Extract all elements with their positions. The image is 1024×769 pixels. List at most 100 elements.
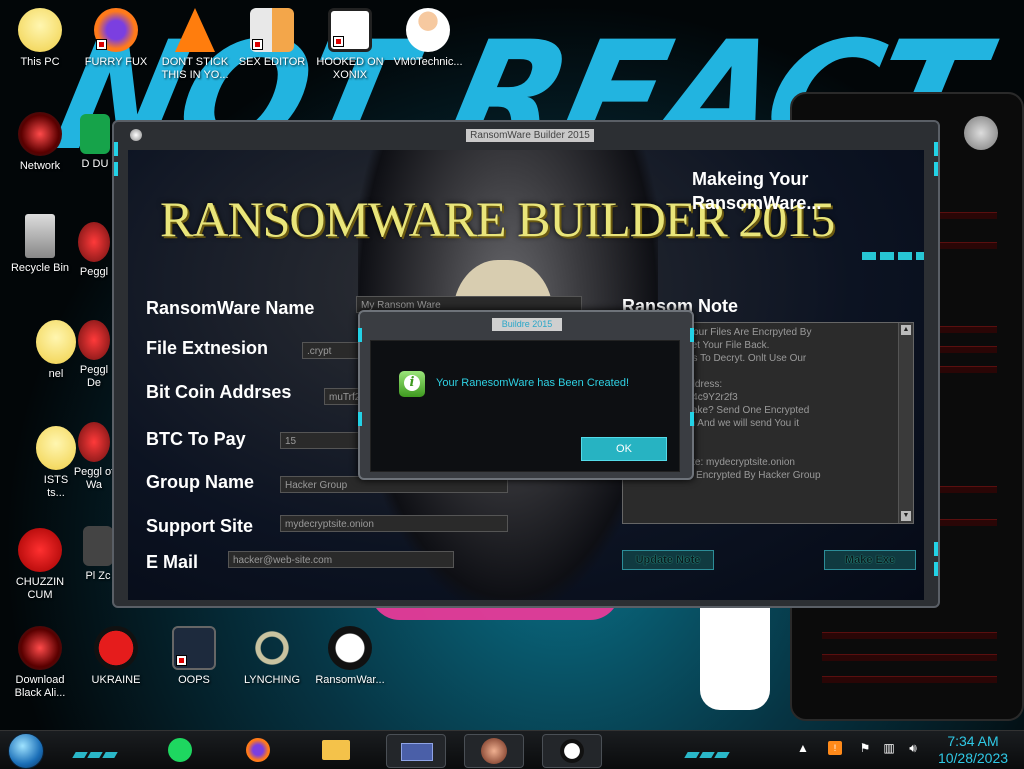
desktop-icon-label: Peggl — [79, 266, 109, 278]
desktop-icon-label: Recycle Bin — [10, 262, 70, 274]
scroll-down-icon[interactable]: ▼ — [901, 511, 911, 521]
notification-app-icon[interactable]: ! — [828, 741, 842, 755]
build-success-dialog[interactable]: Buildre 2015 i Your RanesomWare has Been… — [358, 310, 694, 480]
network-tray-icon[interactable]: ▥ — [882, 741, 896, 755]
doctor-icon — [406, 8, 450, 52]
dialog-body: i Your RanesomWare has Been Created! OK — [370, 340, 680, 472]
desktop-icon-partial-ists[interactable]: ISTS ts... — [36, 426, 76, 500]
desktop-icon-peggle-2[interactable]: Peggl De — [72, 320, 116, 390]
desktop-icon-label: RansomWar... — [315, 674, 385, 686]
status-heading: Makeing Your RansomWare... — [692, 169, 822, 213]
taskbar-file-explorer-app[interactable] — [316, 734, 356, 766]
hex-editor-icon — [250, 8, 294, 52]
system-clock[interactable]: 7:34 AM 10/28/2023 — [928, 733, 1018, 767]
avatar-icon — [481, 738, 507, 764]
ok-button[interactable]: OK — [581, 437, 667, 461]
desktop-icon-label: Download Black Ali... — [14, 674, 66, 699]
app-icon — [83, 526, 113, 566]
desktop-icon-label: Network — [19, 160, 61, 172]
xonix-game-icon — [328, 8, 372, 52]
btc-to-pay-input[interactable]: 15 — [280, 432, 362, 449]
frame-accent — [934, 142, 938, 156]
recycle-bin-icon — [25, 214, 55, 258]
frame-accent — [690, 412, 694, 426]
app-icon — [80, 114, 110, 154]
desktop-icon-hooked-on-xonix[interactable]: HOOKED ON XONIX — [312, 8, 388, 82]
desktop-icon-label: OOPS — [178, 674, 210, 686]
window-titlebar[interactable]: RansomWare Builder 2015 — [114, 122, 938, 150]
desktop-icon-this-pc[interactable]: This PC — [2, 8, 78, 69]
taskbar-ransomware-app[interactable] — [542, 734, 602, 768]
desktop-icon-dont-stick[interactable]: DONT STICK THIS IN YO... — [157, 8, 233, 82]
desktop-icon-label: Pl Zc — [85, 570, 111, 582]
desktop-icon-lynching[interactable]: LYNCHING — [234, 626, 310, 687]
skull-icon — [560, 739, 584, 763]
desktop-icon-label: This PC — [20, 56, 60, 68]
alien-logo-icon — [964, 116, 998, 150]
make-exe-button[interactable]: Make Exe — [824, 550, 916, 570]
firefox-icon — [246, 738, 270, 762]
desktop-icon-download-black-ali[interactable]: Download Black Ali... — [2, 626, 78, 700]
radiation-icon — [94, 626, 138, 670]
note-scrollbar[interactable]: ▲ ▼ — [898, 323, 913, 523]
cartoon-avatar-icon — [18, 8, 62, 52]
vlc-cone-icon — [175, 8, 215, 52]
peggle-icon — [78, 422, 110, 462]
desktop-icon-sex-editor[interactable]: SEX EDITOR — [234, 8, 310, 69]
frame-accent — [934, 162, 938, 176]
chuzzle-icon — [18, 528, 62, 572]
taskbar: ▲ ! ⚑ ▥ 🔊︎ 7:34 AM 10/28/2023 — [0, 730, 1024, 769]
desktop-icon-network[interactable]: Network — [2, 112, 78, 173]
support-site-label: Support Site — [146, 516, 253, 536]
desktop-icon-label: VM0Technic... — [393, 56, 463, 68]
desktop-icon-ransomware[interactable]: RansomWar... — [312, 626, 388, 687]
desktop-icon-label: FURRY FUX — [84, 56, 148, 68]
frame-accent — [934, 562, 938, 576]
oops-app-icon — [172, 626, 216, 670]
start-button[interactable] — [8, 733, 44, 769]
clock-date: 10/28/2023 — [937, 750, 1009, 766]
btc-address-label: Bit Coin Addrses — [146, 382, 292, 402]
taskbar-spotify-app[interactable] — [160, 734, 200, 766]
desktop-icon-label: nel — [48, 368, 64, 380]
desktop-icon-recycle-bin[interactable]: Recycle Bin — [2, 214, 78, 275]
file-extension-input[interactable]: .crypt — [302, 342, 362, 359]
clock-time: 7:34 AM — [947, 733, 999, 749]
alien-download-icon — [18, 626, 62, 670]
cartoon-avatar-icon — [36, 426, 76, 470]
taskbar-card-app[interactable] — [386, 734, 446, 768]
flag-icon[interactable]: ⚑ — [858, 741, 872, 755]
desktop-icon-peggle-1[interactable]: Peggl — [72, 222, 116, 279]
desktop-icon-label: D DU — [81, 158, 109, 170]
card-icon — [401, 743, 433, 761]
desktop-icon-peggle-3[interactable]: Peggl of Wa — [72, 422, 116, 492]
window-title: RansomWare Builder 2015 — [466, 129, 594, 142]
frame-accent — [358, 328, 362, 342]
frame-accent — [934, 542, 938, 556]
window-skull-icon[interactable] — [130, 129, 142, 141]
dialog-title: Buildre 2015 — [492, 318, 562, 331]
volume-icon[interactable]: 🔊︎ — [906, 741, 920, 755]
desktop-icon-vm0technic[interactable]: VM0Technic... — [390, 8, 466, 69]
desktop-icon-label: CHUZZIN CUM — [15, 576, 65, 601]
frame-accent — [114, 162, 118, 176]
desktop-icon-furry-fux[interactable]: FURRY FUX — [78, 8, 154, 69]
support-site-input[interactable]: mydecryptsite.onion — [280, 515, 508, 532]
update-note-button[interactable]: Update Note — [622, 550, 714, 570]
network-icon — [18, 112, 62, 156]
desktop-icon-oops[interactable]: OOPS — [156, 626, 232, 687]
desktop-icon-label: DONT STICK THIS IN YO... — [161, 56, 229, 81]
desktop-icon-partial-d[interactable]: D DU — [78, 114, 112, 171]
scroll-up-icon[interactable]: ▲ — [901, 325, 911, 335]
ransomware-name-label: RansomWare Name — [146, 298, 315, 318]
desktop-icon-partial-nel[interactable]: nel — [36, 320, 76, 381]
taskbar-avatar-app[interactable] — [464, 734, 524, 768]
email-input[interactable]: hacker@web-site.com — [228, 551, 454, 568]
desktop-icon-chuzzin-cum[interactable]: CHUZZIN CUM — [2, 528, 78, 602]
expand-tray-icon[interactable]: ▲ — [796, 741, 810, 755]
taskbar-firefox-app[interactable] — [238, 734, 278, 766]
frame-accent — [690, 328, 694, 342]
frame-accent — [358, 412, 362, 426]
desktop-icon-ukraine[interactable]: UKRAINE — [78, 626, 154, 687]
firefox-icon — [94, 8, 138, 52]
